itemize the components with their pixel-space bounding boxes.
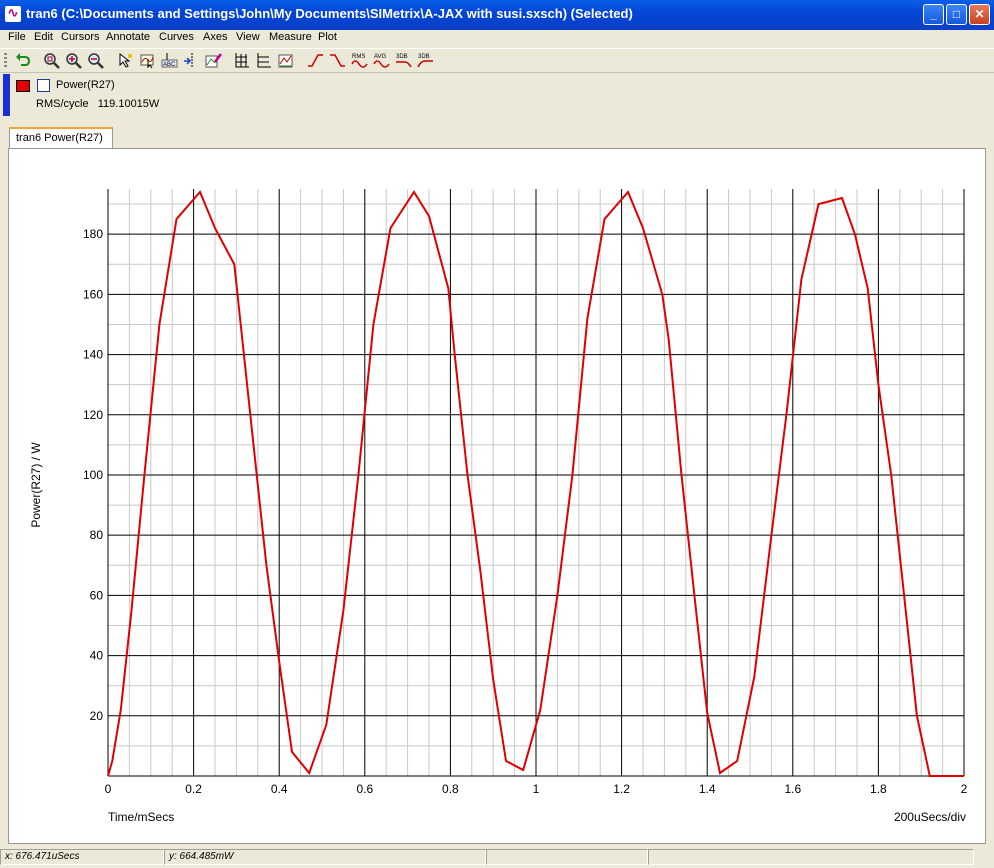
- toolbar-grip[interactable]: [4, 53, 7, 68]
- curve-cursor-icon[interactable]: [139, 52, 156, 69]
- tab-graph[interactable]: tran6 Power(R27): [9, 127, 113, 148]
- menu-annotate[interactable]: Annotate: [106, 31, 150, 43]
- menu-curves[interactable]: Curves: [159, 31, 194, 43]
- status-x-readout: x: 676.471uSecs: [0, 849, 164, 865]
- x-tick-label: 0.2: [185, 782, 202, 796]
- status-y-readout: y: 664.485mW: [164, 849, 486, 865]
- curve-name[interactable]: Power(R27): [56, 79, 115, 91]
- status-pane-4: [648, 849, 974, 865]
- rise-time-icon[interactable]: [307, 52, 324, 69]
- y-tick-label: 160: [83, 287, 103, 301]
- y-tick-label: 40: [90, 649, 104, 663]
- measurement-value: 119.10015W: [97, 98, 160, 110]
- average-icon[interactable]: AVG: [373, 52, 390, 69]
- y-tick-label: 140: [83, 348, 103, 362]
- y-tick-label: 120: [83, 408, 103, 422]
- marker-icon[interactable]: [183, 52, 200, 69]
- x-division-label: 200uSecs/div: [894, 810, 966, 824]
- curve-legend: Power(R27) RMS/cycle 119.10015W: [0, 72, 994, 116]
- menu-file[interactable]: File: [8, 31, 26, 43]
- x-tick-label: 1.4: [699, 782, 716, 796]
- rms-label: RMS: [352, 54, 365, 60]
- curve-color-swatch[interactable]: [16, 80, 30, 92]
- window-title: tran6 (C:\Documents and Settings\John\My…: [26, 6, 633, 21]
- y-tick-label: 180: [83, 227, 103, 241]
- undo-zoom-icon[interactable]: [15, 52, 32, 69]
- x-tick-label: 1.6: [784, 782, 801, 796]
- status-bar: x: 676.471uSecs y: 664.485mW: [0, 847, 994, 868]
- x-tick-label: 0.4: [271, 782, 288, 796]
- cursor-icon[interactable]: [117, 52, 134, 69]
- menu-bar: File Edit Cursors Annotate Curves Axes V…: [0, 30, 994, 47]
- new-graph-icon[interactable]: [277, 52, 294, 69]
- close-button[interactable]: ✕: [969, 4, 990, 25]
- x-tick-label: 1.2: [613, 782, 630, 796]
- y-tick-label: 20: [90, 709, 104, 723]
- x-tick-label: 1.8: [870, 782, 887, 796]
- menu-cursors[interactable]: Cursors: [61, 31, 100, 43]
- curve-select-checkbox[interactable]: [37, 79, 50, 92]
- 3db-bandwidth-icon[interactable]: 3DB: [417, 52, 434, 69]
- menu-edit[interactable]: Edit: [34, 31, 53, 43]
- zoom-box-icon[interactable]: [43, 52, 60, 69]
- x-tick-label: 0.6: [356, 782, 373, 796]
- y-tick-labels: 20 40 60 80 100 120 140 160 180: [83, 227, 103, 723]
- grid-icon[interactable]: [233, 52, 250, 69]
- y-tick-label: 60: [90, 588, 104, 602]
- 3db-label: 3DB: [396, 54, 408, 60]
- zoom-out-icon[interactable]: [87, 52, 104, 69]
- measurement-readout: RMS/cycle 119.10015W: [36, 98, 159, 110]
- menu-plot[interactable]: Plot: [318, 31, 337, 43]
- plot-area[interactable]: 20 40 60 80 100 120 140 160 180 0 0.2 0.4 0.6 0.8 1 1.…: [8, 148, 986, 844]
- svg-text:ABC: ABC: [163, 62, 176, 68]
- zoom-in-icon[interactable]: [65, 52, 82, 69]
- label-abc-icon[interactable]: ABC: [161, 52, 178, 69]
- maximize-button[interactable]: □: [946, 4, 967, 25]
- y-tick-label: 100: [83, 468, 103, 482]
- title-bar[interactable]: ∿ tran6 (C:\Documents and Settings\John\…: [0, 0, 994, 30]
- x-tick-label: 2: [961, 782, 968, 796]
- power-chart[interactable]: 20 40 60 80 100 120 140 160 180 0 0.2 0.4 0.6 0.8 1 1.…: [9, 149, 985, 843]
- 3db-point-icon[interactable]: 3DB: [395, 52, 412, 69]
- status-pane-3: [486, 849, 648, 865]
- 3db-bandwidth-label: 3DB: [418, 54, 430, 60]
- new-axis-icon[interactable]: [255, 52, 272, 69]
- avg-label: AVG: [374, 54, 387, 60]
- toolbar: ABC RMS AVG 3DB 3DB: [0, 48, 994, 73]
- menu-axes[interactable]: Axes: [203, 31, 227, 43]
- fall-time-icon[interactable]: [329, 52, 346, 69]
- x-tick-label: 1: [533, 782, 540, 796]
- y-axis-label: Power(R27) / W: [29, 442, 43, 528]
- x-tick-label: 0.8: [442, 782, 459, 796]
- measurement-label: RMS/cycle: [36, 98, 89, 110]
- resize-grip[interactable]: [974, 849, 994, 865]
- tab-label: tran6 Power(R27): [16, 132, 103, 144]
- edit-curve-icon[interactable]: [205, 52, 222, 69]
- menu-measure[interactable]: Measure: [269, 31, 312, 43]
- menu-view[interactable]: View: [236, 31, 260, 43]
- app-icon[interactable]: ∿: [5, 6, 21, 22]
- x-tick-labels: 0 0.2 0.4 0.6 0.8 1 1.2 1.4 1.6 1.8 2: [105, 782, 968, 796]
- legend-selection-bar: [3, 74, 10, 116]
- x-tick-label: 0: [105, 782, 112, 796]
- y-tick-label: 80: [90, 528, 104, 542]
- x-axis-label: Time/mSecs: [108, 810, 174, 824]
- rms-icon[interactable]: RMS: [351, 52, 368, 69]
- minimize-button[interactable]: _: [923, 4, 944, 25]
